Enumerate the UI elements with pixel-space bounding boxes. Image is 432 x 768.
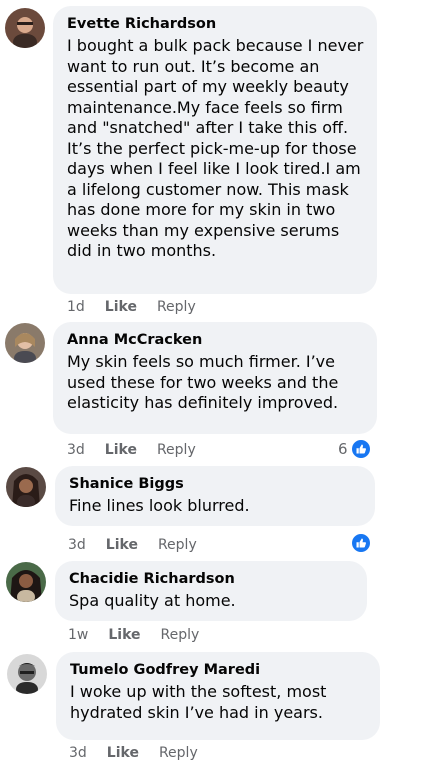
comment-author[interactable]: Tumelo Godfrey Maredi (70, 660, 368, 680)
comment-time[interactable]: 1w (68, 626, 88, 644)
comment-time[interactable]: 1d (67, 298, 85, 316)
comment-text: I woke up with the softest, most hydrate… (70, 682, 327, 722)
comment-time[interactable]: 3d (68, 536, 86, 554)
comment-bubble: Anna McCracken My skin feels so much fir… (53, 322, 377, 434)
avatar[interactable] (7, 654, 47, 694)
comment-bubble: Evette Richardson I bought a bulk pack b… (53, 6, 377, 294)
comment-text: Fine lines look blurred. (69, 496, 250, 515)
comment-actions: 3d Like Reply (69, 744, 198, 762)
avatar[interactable] (5, 8, 45, 48)
like-button[interactable]: Like (105, 441, 137, 459)
reaction-count: 6 (338, 440, 348, 458)
thumbs-up-icon (349, 438, 372, 460)
comment-actions: 1d Like Reply (67, 298, 196, 316)
reply-button[interactable]: Reply (158, 536, 197, 554)
comment-actions: 1w Like Reply (68, 626, 199, 644)
reaction-summary[interactable]: 6 (338, 438, 372, 460)
like-button[interactable]: Like (106, 536, 138, 554)
reaction-summary[interactable] (350, 532, 372, 554)
like-button[interactable]: Like (108, 626, 140, 644)
avatar[interactable] (5, 323, 45, 363)
comment-bubble: Tumelo Godfrey Maredi I woke up with the… (56, 652, 380, 740)
comment-author[interactable]: Chacidie Richardson (69, 569, 355, 589)
comment-author[interactable]: Shanice Biggs (69, 474, 363, 494)
avatar[interactable] (6, 562, 46, 602)
comment-author[interactable]: Evette Richardson (67, 14, 365, 34)
comment-text: My skin feels so much firmer. I’ve used … (67, 352, 339, 412)
like-button[interactable]: Like (105, 298, 137, 316)
comment-time[interactable]: 3d (67, 441, 85, 459)
comment-time[interactable]: 3d (69, 744, 87, 762)
comment-actions: 3d Like Reply (68, 536, 197, 554)
reply-button[interactable]: Reply (157, 441, 196, 459)
avatar[interactable] (6, 467, 46, 507)
comment-text: Spa quality at home. (69, 591, 236, 610)
reply-button[interactable]: Reply (159, 744, 198, 762)
comment-bubble: Shanice Biggs Fine lines look blurred. (55, 466, 375, 526)
comment-text: I bought a bulk pack because I never wan… (67, 36, 364, 260)
comment-author[interactable]: Anna McCracken (67, 330, 365, 350)
thumbs-up-icon (350, 532, 372, 554)
comment-bubble: Chacidie Richardson Spa quality at home. (55, 561, 367, 621)
reply-button[interactable]: Reply (157, 298, 196, 316)
like-button[interactable]: Like (107, 744, 139, 762)
reply-button[interactable]: Reply (161, 626, 200, 644)
comment-actions: 3d Like Reply (67, 441, 196, 459)
